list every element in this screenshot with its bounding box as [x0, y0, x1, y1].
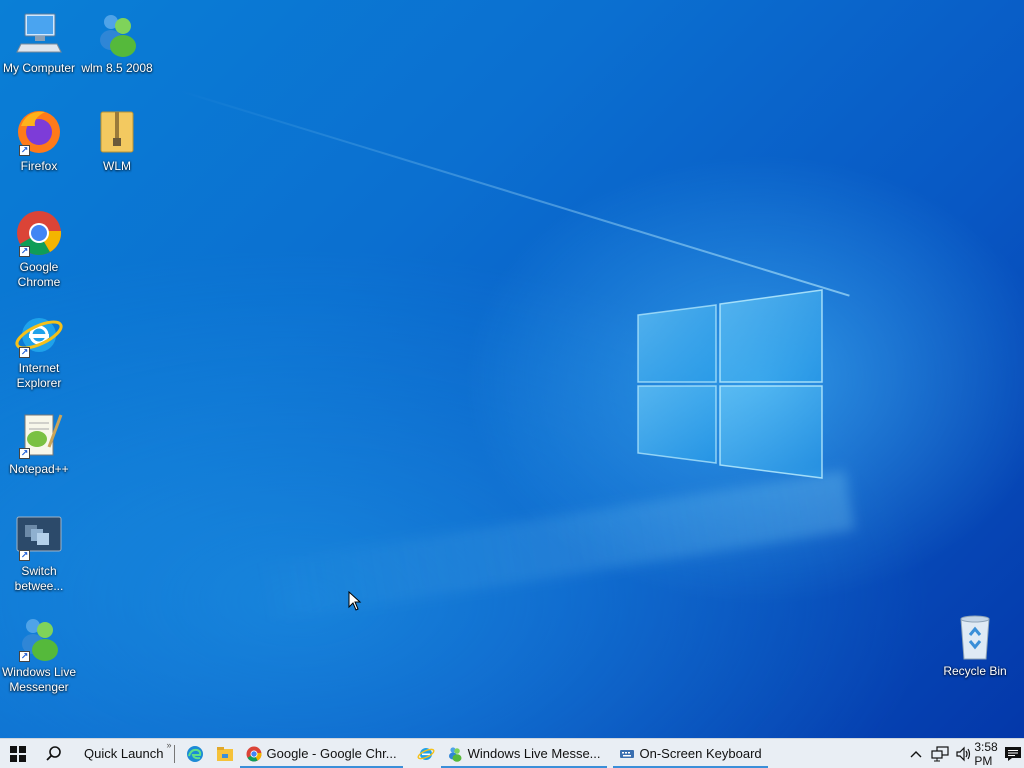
mouse-cursor	[348, 591, 362, 611]
quick-launch-edge[interactable]	[180, 739, 210, 768]
desktop-icon-label: wlm 8.5 2008	[81, 61, 153, 75]
desktop-icon-label: Notepad++	[9, 462, 69, 476]
show-hidden-icons-button[interactable]	[904, 739, 928, 768]
shortcut-arrow-icon: ↗	[19, 145, 30, 156]
chrome-icon: ↗	[13, 209, 65, 259]
messenger-buddies-icon	[91, 10, 143, 60]
recycle-bin-icon	[949, 613, 1001, 663]
taskbar-item-on-screen-keyboard[interactable]: On-Screen Keyboard	[612, 739, 768, 768]
taskbar-item-chrome[interactable]: Google - Google Chr...	[239, 739, 403, 768]
desktop-icon-label: Google Chrome	[17, 260, 61, 289]
windows-start-icon	[10, 745, 26, 762]
desktop-icon-windows-live-messenger[interactable]: ↗ Windows Live Messenger	[0, 614, 78, 695]
taskbar-item-label: On-Screen Keyboard	[639, 746, 762, 761]
volume-icon	[956, 746, 971, 761]
keyboard-icon	[619, 749, 634, 758]
search-button[interactable]	[36, 739, 72, 768]
desktop-icon-google-chrome[interactable]: ↗ Google Chrome	[0, 209, 78, 290]
shortcut-arrow-icon: ↗	[19, 651, 30, 662]
desktop-icon-label: My Computer	[2, 61, 76, 75]
quick-launch-internet-explorer[interactable]	[411, 739, 441, 768]
taskbar: Quick Launch » Google - Google Chr... Wi…	[0, 738, 1024, 768]
quick-launch-label: Quick Launch	[84, 746, 164, 761]
desktop-icon-wlm-2008[interactable]: wlm 8.5 2008	[78, 10, 156, 76]
desktop-icon-my-computer[interactable]: My Computer	[0, 10, 78, 76]
edge-icon	[186, 745, 203, 762]
taskbar-item-label: Windows Live Messe...	[467, 746, 601, 761]
windows-logo-wallpaper	[637, 289, 823, 479]
network-icon	[931, 745, 949, 761]
quick-launch-overflow-chevron[interactable]: »	[166, 740, 171, 750]
desktop-icon-switch-windows[interactable]: ↗ Switch betwee...	[0, 513, 78, 594]
desktop-icon-label: Firefox	[20, 159, 58, 173]
notification-icon	[1004, 746, 1021, 761]
zip-folder-icon	[91, 108, 143, 158]
desktop-icon-internet-explorer[interactable]: ↗ Internet Explorer	[0, 310, 78, 391]
wallpaper-light-glow	[252, 470, 855, 624]
desktop-icon-wlm-zip[interactable]: WLM	[78, 108, 156, 174]
switch-windows-icon: ↗	[13, 513, 65, 563]
shortcut-arrow-icon: ↗	[19, 246, 30, 257]
action-center-button[interactable]	[1000, 739, 1024, 768]
notepadpp-icon: ↗	[13, 411, 65, 461]
desktop-icon-recycle-bin[interactable]: Recycle Bin	[936, 613, 1014, 679]
search-icon	[46, 745, 61, 761]
firefox-icon: ↗	[13, 108, 65, 158]
desktop-icon-firefox[interactable]: ↗ Firefox	[0, 108, 78, 174]
start-button[interactable]	[0, 739, 36, 768]
taskbar-clock[interactable]: 3:58 PM	[974, 739, 1000, 768]
desktop-icon-notepadpp[interactable]: ↗ Notepad++	[0, 411, 78, 477]
internet-explorer-icon: ↗	[13, 310, 65, 360]
desktop-icon-label: Switch betwee...	[14, 564, 64, 593]
desktop-icon-label: WLM	[103, 159, 131, 173]
shortcut-arrow-icon: ↗	[19, 448, 30, 459]
chevron-up-icon	[910, 750, 922, 757]
wallpaper-light-beam	[179, 90, 850, 297]
desktop-icon-label: Windows Live Messenger	[1, 665, 77, 694]
desktop-icon-label: Recycle Bin	[943, 664, 1007, 678]
computer-icon	[13, 10, 65, 60]
messenger-buddies-icon: ↗	[13, 614, 65, 664]
taskbar-item-label: Google - Google Chr...	[266, 746, 397, 761]
quick-launch-file-explorer[interactable]	[210, 739, 240, 768]
quick-launch-toolbar[interactable]: Quick Launch »	[72, 740, 172, 761]
file-explorer-icon	[216, 746, 233, 761]
system-tray: 3:58 PM	[904, 739, 1024, 768]
network-button[interactable]	[928, 739, 952, 768]
shortcut-arrow-icon: ↗	[19, 347, 30, 358]
desktop-icon-label: Internet Explorer	[16, 361, 62, 390]
volume-button[interactable]	[952, 739, 976, 768]
toolbar-separator[interactable]	[173, 744, 176, 763]
internet-explorer-icon	[417, 747, 435, 760]
taskbar-item-windows-live-messenger[interactable]: Windows Live Messe...	[440, 739, 607, 768]
chrome-icon	[246, 746, 262, 761]
shortcut-arrow-icon: ↗	[19, 550, 30, 561]
messenger-icon	[448, 746, 462, 762]
